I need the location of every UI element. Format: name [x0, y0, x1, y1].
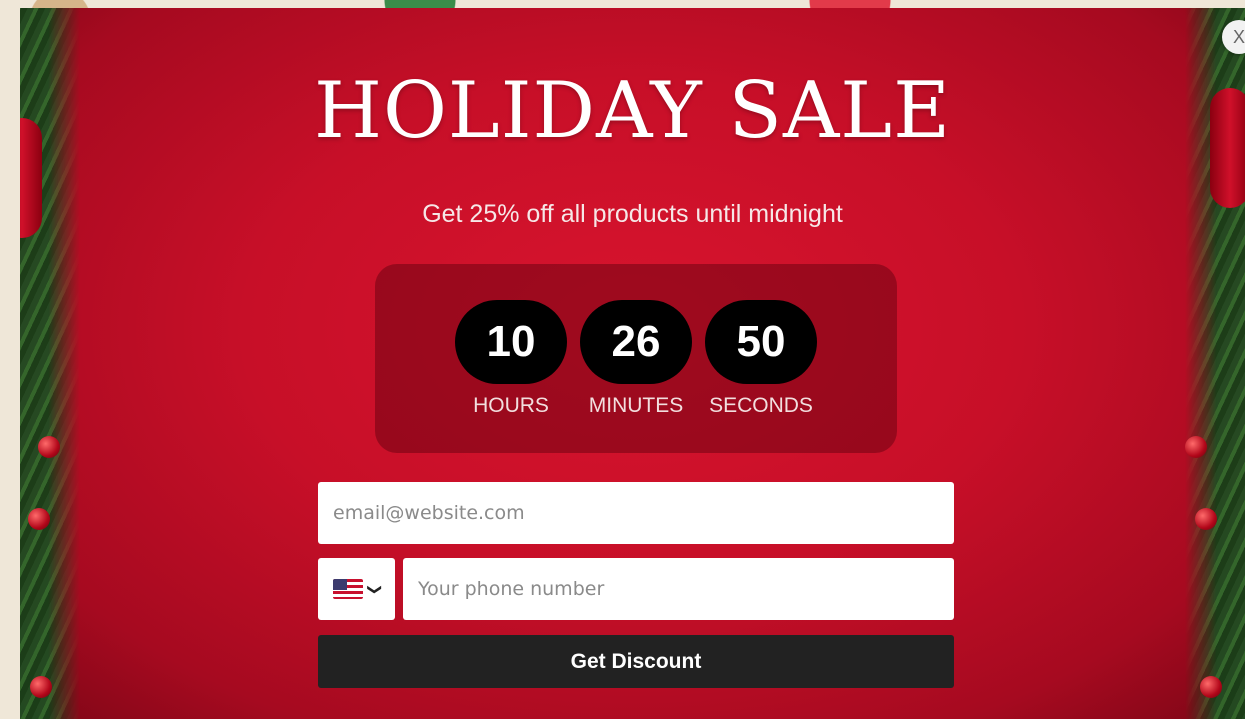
- seconds-value: 50: [705, 300, 817, 384]
- holiday-sale-popup: HOLIDAY SALE Get 25% off all products un…: [20, 8, 1245, 719]
- countdown-hours: 10 HOURS: [451, 300, 571, 418]
- hours-label: HOURS: [473, 394, 549, 417]
- seconds-label: SECONDS: [709, 394, 813, 417]
- countdown-seconds: 50 SECONDS: [701, 300, 821, 418]
- berry-decoration: [38, 436, 60, 458]
- countdown-minutes: 26 MINUTES: [576, 300, 696, 418]
- popup-title: HOLIDAY SALE: [313, 66, 952, 156]
- minutes-label: MINUTES: [588, 394, 684, 417]
- hours-value: 10: [455, 300, 567, 384]
- minutes-value: 26: [580, 300, 692, 384]
- countdown-timer: 10 HOURS 26 MINUTES 50 SECONDS: [375, 264, 897, 453]
- country-code-select[interactable]: ❯: [318, 558, 395, 620]
- popup-subtitle: Get 25% off all products until midnight: [422, 200, 843, 228]
- berry-decoration: [1195, 508, 1217, 530]
- email-field[interactable]: [318, 482, 954, 544]
- chevron-down-icon: ❯: [366, 583, 383, 595]
- get-discount-button[interactable]: Get Discount: [318, 635, 954, 688]
- berry-decoration: [1200, 676, 1222, 698]
- berry-decoration: [1185, 436, 1207, 458]
- us-flag-icon: [332, 579, 363, 599]
- phone-number-field[interactable]: [403, 558, 954, 620]
- berry-decoration: [28, 508, 50, 530]
- berry-decoration: [30, 676, 52, 698]
